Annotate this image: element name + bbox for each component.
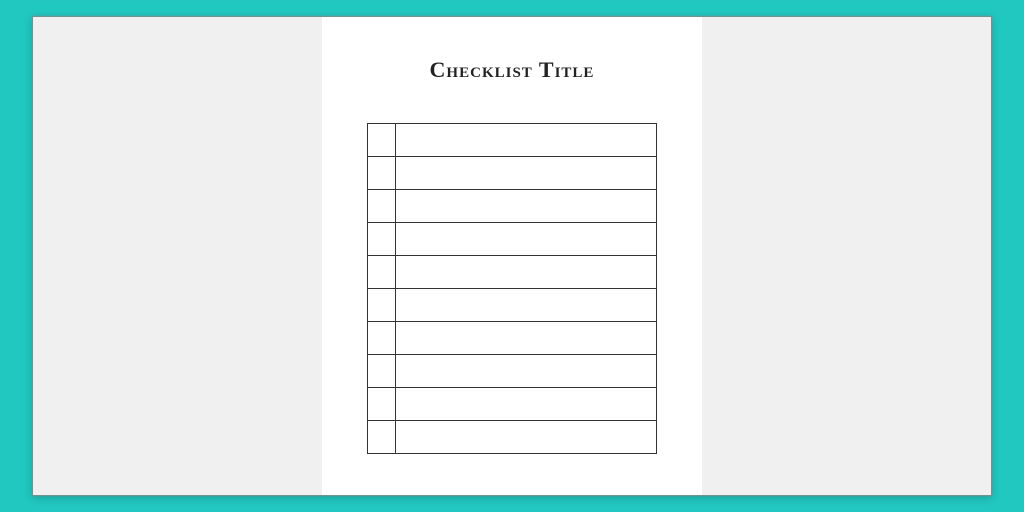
check-cell[interactable] bbox=[368, 355, 396, 388]
table-row bbox=[368, 388, 657, 421]
document-frame: Checklist Title bbox=[32, 16, 992, 496]
table-row bbox=[368, 223, 657, 256]
item-cell[interactable] bbox=[396, 421, 657, 454]
check-cell[interactable] bbox=[368, 223, 396, 256]
check-cell[interactable] bbox=[368, 322, 396, 355]
item-cell[interactable] bbox=[396, 388, 657, 421]
table-row bbox=[368, 322, 657, 355]
item-cell[interactable] bbox=[396, 157, 657, 190]
check-cell[interactable] bbox=[368, 157, 396, 190]
table-row bbox=[368, 289, 657, 322]
table-row bbox=[368, 421, 657, 454]
table-row bbox=[368, 124, 657, 157]
check-cell[interactable] bbox=[368, 388, 396, 421]
item-cell[interactable] bbox=[396, 190, 657, 223]
document-page: Checklist Title bbox=[322, 17, 702, 495]
item-cell[interactable] bbox=[396, 256, 657, 289]
item-cell[interactable] bbox=[396, 124, 657, 157]
table-row bbox=[368, 256, 657, 289]
check-cell[interactable] bbox=[368, 256, 396, 289]
check-cell[interactable] bbox=[368, 289, 396, 322]
table-row bbox=[368, 157, 657, 190]
checklist-title[interactable]: Checklist Title bbox=[430, 57, 595, 83]
item-cell[interactable] bbox=[396, 355, 657, 388]
item-cell[interactable] bbox=[396, 223, 657, 256]
table-row bbox=[368, 190, 657, 223]
table-row bbox=[368, 355, 657, 388]
checklist-table bbox=[367, 123, 657, 454]
item-cell[interactable] bbox=[396, 322, 657, 355]
checklist-body bbox=[368, 124, 657, 454]
check-cell[interactable] bbox=[368, 190, 396, 223]
check-cell[interactable] bbox=[368, 421, 396, 454]
item-cell[interactable] bbox=[396, 289, 657, 322]
check-cell[interactable] bbox=[368, 124, 396, 157]
